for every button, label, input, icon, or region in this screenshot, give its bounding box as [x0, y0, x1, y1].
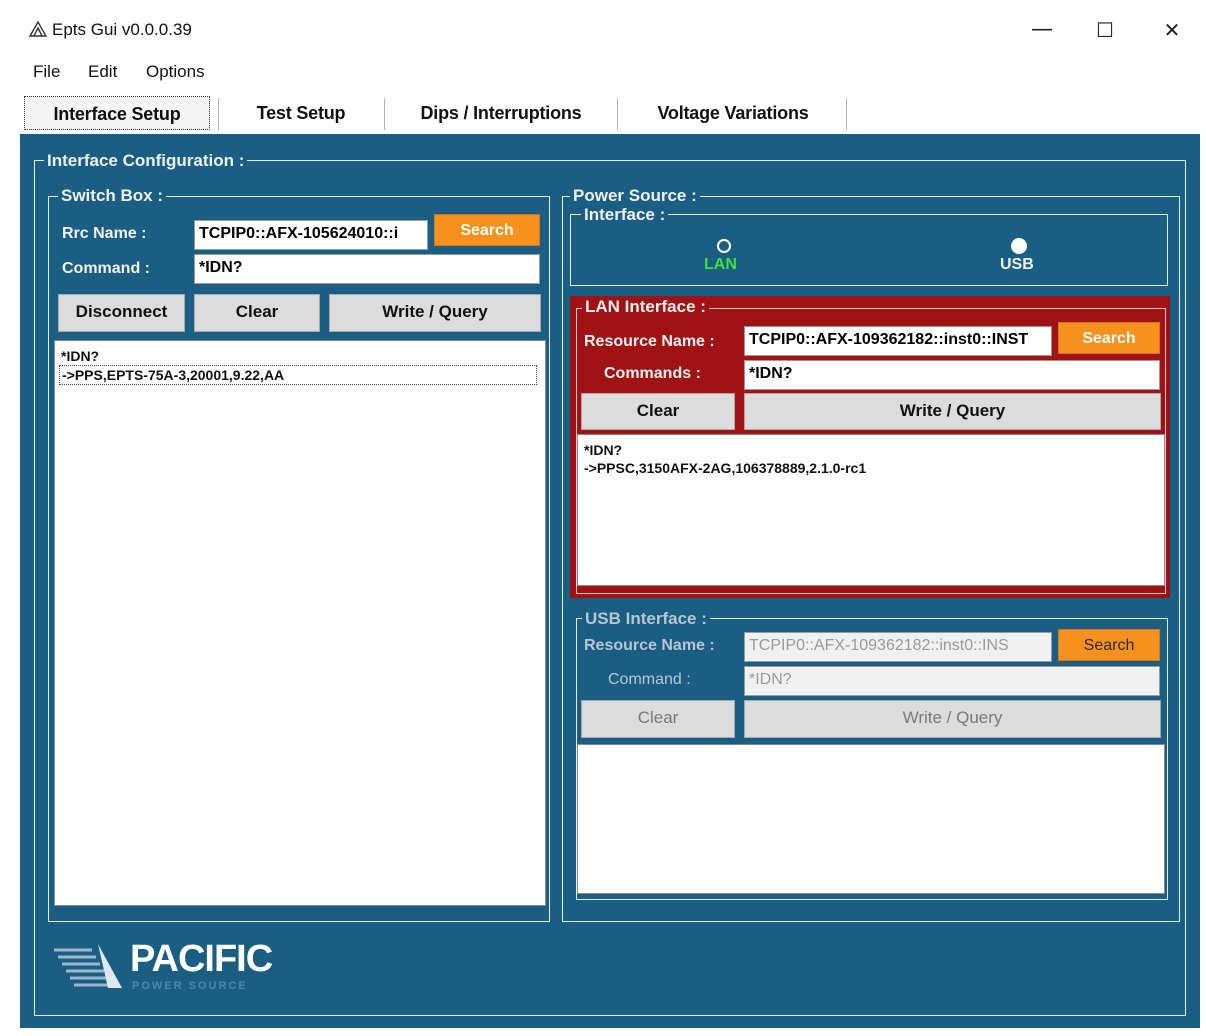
usb-write-query-button[interactable]: Write / Query	[744, 700, 1161, 738]
usb-interface-title: USB Interface :	[582, 610, 710, 628]
pacific-logo-icon	[54, 944, 122, 988]
command-label: Command :	[62, 260, 150, 277]
window-title: Epts Gui v0.0.0.39	[52, 20, 192, 39]
minimize-button[interactable]: —	[1022, 14, 1062, 46]
interface-radio-group	[570, 214, 1168, 286]
lan-commands-input[interactable]: *IDN?	[744, 360, 1160, 390]
rrc-name-label: Rrc Name :	[62, 225, 147, 242]
output-line: *IDN?	[584, 442, 623, 458]
usb-radio-label[interactable]: USB	[1000, 256, 1034, 274]
usb-resource-label: Resource Name :	[584, 637, 715, 654]
output-line: *IDN?	[61, 348, 100, 364]
app-icon	[28, 20, 48, 37]
output-line: ->PPSC,3150AFX-2AG,106378889,2.1.0-rc1	[584, 460, 867, 476]
switch-clear-button[interactable]: Clear	[194, 294, 320, 332]
tab-separator	[218, 98, 219, 130]
logo-name: PACIFIC	[130, 938, 273, 980]
usb-radio[interactable]	[1011, 238, 1027, 254]
usb-output-area[interactable]	[577, 744, 1165, 894]
tab-voltage-variations[interactable]: Voltage Variations	[628, 96, 838, 130]
power-source-title: Power Source :	[570, 187, 700, 205]
tab-interface-setup[interactable]: Interface Setup	[24, 96, 210, 130]
switch-write-query-button[interactable]: Write / Query	[329, 294, 541, 332]
tab-dips-interruptions[interactable]: Dips / Interruptions	[395, 96, 607, 130]
close-button[interactable]: ✕	[1152, 14, 1192, 46]
tab-separator	[384, 98, 385, 130]
switch-command-input[interactable]: *IDN?	[194, 254, 540, 284]
maximize-button[interactable]: ☐	[1085, 14, 1125, 46]
usb-command-input[interactable]: *IDN?	[744, 666, 1160, 696]
lan-clear-button[interactable]: Clear	[581, 393, 735, 430]
title-bar: Epts Gui v0.0.0.39 — ☐ ✕	[0, 0, 1206, 60]
lan-commands-label: Commands :	[604, 365, 701, 382]
logo-tagline: POWER SOURCE	[132, 980, 248, 992]
interface-config-title: Interface Configuration :	[44, 152, 248, 170]
lan-resource-input[interactable]: TCPIP0::AFX-109362182::inst0::INST	[744, 326, 1052, 356]
usb-resource-input[interactable]: TCPIP0::AFX-109362182::inst0::INS	[744, 632, 1052, 662]
usb-search-button[interactable]: Search	[1058, 629, 1160, 661]
switch-box-title: Switch Box :	[58, 187, 167, 205]
lan-search-button[interactable]: Search	[1058, 322, 1160, 354]
tab-test-setup[interactable]: Test Setup	[228, 96, 374, 130]
lan-interface-title: LAN Interface :	[582, 298, 709, 316]
lan-radio[interactable]	[717, 239, 731, 253]
tab-separator	[846, 98, 847, 130]
switch-search-button[interactable]: Search	[434, 214, 540, 246]
usb-clear-button[interactable]: Clear	[581, 700, 735, 738]
menu-options[interactable]: Options	[146, 62, 205, 82]
switch-output-area[interactable]: *IDN? ->PPS,EPTS-75A-3,20001,9.22,AA	[54, 340, 546, 906]
lan-write-query-button[interactable]: Write / Query	[744, 393, 1161, 430]
lan-resource-label: Resource Name :	[584, 333, 715, 350]
output-line-selected[interactable]: ->PPS,EPTS-75A-3,20001,9.22,AA	[59, 365, 537, 385]
lan-radio-label[interactable]: LAN	[704, 256, 737, 274]
menu-file[interactable]: File	[33, 62, 60, 82]
interface-title: Interface :	[581, 206, 669, 224]
lan-output-area[interactable]: *IDN? ->PPSC,3150AFX-2AG,106378889,2.1.0…	[577, 434, 1165, 586]
menu-edit[interactable]: Edit	[88, 62, 117, 82]
tab-separator	[617, 98, 618, 130]
usb-command-label: Command :	[608, 671, 691, 688]
disconnect-button[interactable]: Disconnect	[58, 294, 185, 332]
rrc-name-input[interactable]: TCPIP0::AFX-105624010::i	[194, 220, 428, 250]
